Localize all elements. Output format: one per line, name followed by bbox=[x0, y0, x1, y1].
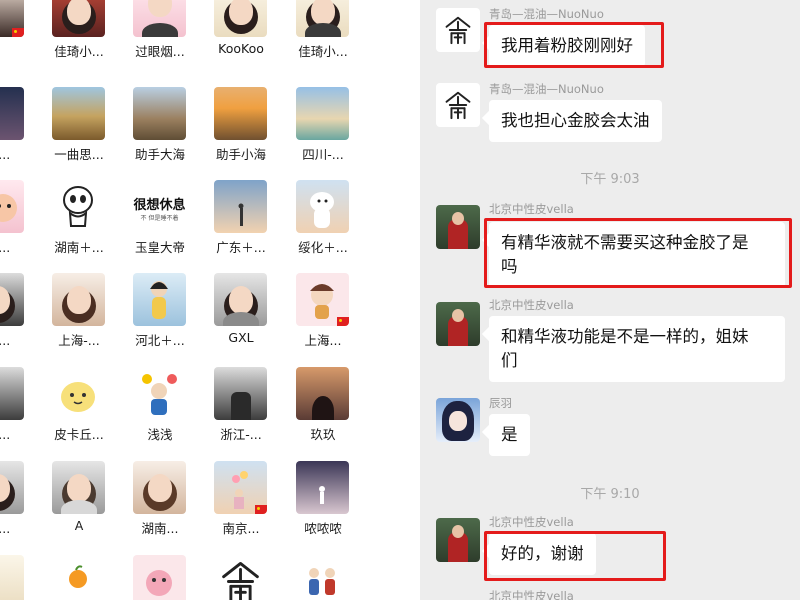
member-avatar[interactable] bbox=[0, 180, 24, 233]
member-avatar[interactable] bbox=[296, 367, 349, 420]
sender-avatar[interactable] bbox=[436, 205, 480, 249]
member-avatar[interactable] bbox=[214, 87, 267, 140]
member-avatar[interactable] bbox=[0, 273, 24, 326]
house-logo-icon bbox=[445, 91, 471, 120]
member-avatar[interactable] bbox=[296, 87, 349, 140]
member-name: 湖南... bbox=[141, 521, 179, 536]
chat-panel: 青岛—混油—NuoNuo 我用着粉胶刚刚好 青岛—混油—NuoNuo 我也担心金… bbox=[420, 0, 800, 600]
sender-avatar[interactable] bbox=[436, 302, 480, 346]
member-avatar[interactable] bbox=[0, 555, 24, 600]
sender-avatar[interactable] bbox=[436, 83, 480, 127]
member-name: GXL bbox=[228, 330, 254, 345]
highlight-box bbox=[484, 531, 666, 581]
member-name: 浙江-... bbox=[220, 427, 262, 442]
member-avatar[interactable] bbox=[133, 273, 186, 326]
member-name: 皮卡丘... bbox=[54, 427, 104, 442]
sender-name: 青岛—混油—NuoNuo bbox=[489, 7, 604, 21]
sender-avatar[interactable] bbox=[436, 398, 480, 442]
member-name: 河北＋... bbox=[135, 333, 185, 348]
member-avatar[interactable] bbox=[0, 461, 24, 514]
member-name: 广东＋... bbox=[216, 240, 266, 255]
avatar-text-subtitle: 不 但是睡不着 bbox=[140, 215, 179, 222]
member-avatar[interactable] bbox=[52, 273, 105, 326]
sender-name: 北京中性皮vella bbox=[489, 589, 574, 600]
member-name: 人... bbox=[0, 147, 11, 162]
member-avatar[interactable] bbox=[214, 367, 267, 420]
message-bubble[interactable]: 是 bbox=[489, 414, 530, 456]
member-name: 东... bbox=[0, 240, 11, 255]
sender-name: 北京中性皮vella bbox=[489, 298, 574, 312]
member-name: 一曲思... bbox=[54, 147, 104, 162]
group-member-grid: 佳琦小... 过眼烟... KooKoo 佳琦小... 人... 一曲思... … bbox=[0, 0, 382, 600]
highlight-box bbox=[484, 218, 792, 288]
panel-divider bbox=[382, 0, 420, 600]
member-avatar[interactable] bbox=[214, 0, 267, 37]
member-name: 佳琦小... bbox=[298, 44, 348, 59]
member-name: 绥化＋... bbox=[298, 240, 348, 255]
member-avatar[interactable]: 很想休息 不 但是睡不着 bbox=[133, 180, 186, 233]
member-name: 浅浅 bbox=[147, 427, 173, 442]
member-avatar[interactable] bbox=[133, 0, 186, 37]
member-avatar[interactable] bbox=[52, 555, 105, 600]
timestamp: 下午 9:03 bbox=[580, 172, 640, 187]
member-name: 佳琦小... bbox=[54, 44, 104, 59]
member-avatar[interactable] bbox=[0, 367, 24, 420]
sender-name: 北京中性皮vella bbox=[489, 202, 574, 216]
member-avatar[interactable] bbox=[0, 0, 24, 37]
member-name: 助手小海 bbox=[215, 147, 266, 162]
message-line: 和精华液功能是不是一样的，姐妹 bbox=[501, 327, 749, 346]
member-avatar[interactable] bbox=[133, 461, 186, 514]
message-bubble[interactable]: 和精华液功能是不是一样的，姐妹 们 bbox=[489, 316, 785, 382]
member-name: ＋... bbox=[0, 333, 11, 348]
member-avatar[interactable] bbox=[133, 555, 186, 600]
member-avatar[interactable] bbox=[133, 87, 186, 140]
member-avatar[interactable] bbox=[0, 87, 24, 140]
member-avatar[interactable] bbox=[214, 461, 267, 514]
highlight-box bbox=[484, 22, 664, 68]
member-name: 上海... bbox=[304, 333, 342, 348]
member-name: 上海-... bbox=[58, 333, 100, 348]
china-flag-icon bbox=[12, 28, 24, 37]
member-avatar[interactable] bbox=[296, 0, 349, 37]
member-avatar[interactable] bbox=[214, 555, 267, 600]
sender-name: 辰羽 bbox=[489, 396, 512, 410]
member-name: 南京... bbox=[222, 521, 260, 536]
member-name: A bbox=[74, 518, 84, 533]
member-name: 玉皇大帝 bbox=[134, 240, 185, 255]
sender-avatar[interactable] bbox=[436, 8, 480, 52]
member-avatar[interactable] bbox=[133, 367, 186, 420]
member-name: 四川-... bbox=[302, 147, 344, 162]
member-avatar[interactable] bbox=[296, 555, 349, 600]
member-avatar[interactable] bbox=[214, 180, 267, 233]
member-name: 干... bbox=[0, 427, 11, 442]
member-avatar[interactable] bbox=[296, 461, 349, 514]
member-avatar[interactable] bbox=[52, 180, 105, 233]
member-avatar[interactable] bbox=[52, 87, 105, 140]
member-name: KooKoo bbox=[218, 41, 264, 56]
member-avatar[interactable] bbox=[52, 0, 105, 37]
china-flag-icon bbox=[337, 317, 349, 326]
house-logo-icon bbox=[445, 16, 471, 45]
china-flag-icon bbox=[255, 505, 267, 514]
member-avatar[interactable] bbox=[52, 367, 105, 420]
member-avatar[interactable] bbox=[214, 273, 267, 326]
member-name: 湖南＋... bbox=[54, 240, 104, 255]
message-line: 们 bbox=[501, 351, 518, 370]
sender-avatar[interactable] bbox=[436, 518, 480, 562]
sender-name: 青岛—混油—NuoNuo bbox=[489, 82, 604, 96]
member-name: 助手大海 bbox=[134, 147, 185, 162]
avatar-text-title: 很想休息 bbox=[133, 198, 186, 213]
message-bubble[interactable]: 我也担心金胶会太油 bbox=[489, 100, 662, 142]
timestamp: 下午 9:10 bbox=[580, 487, 640, 502]
member-name: 气... bbox=[0, 521, 11, 536]
member-name: 玖玖 bbox=[310, 427, 336, 442]
sender-name: 北京中性皮vella bbox=[489, 515, 574, 529]
member-avatar[interactable] bbox=[296, 180, 349, 233]
member-avatar[interactable] bbox=[52, 461, 105, 514]
member-name: 过眼烟... bbox=[135, 44, 185, 59]
member-name: 哝哝哝 bbox=[304, 521, 342, 536]
member-avatar[interactable] bbox=[296, 273, 349, 326]
